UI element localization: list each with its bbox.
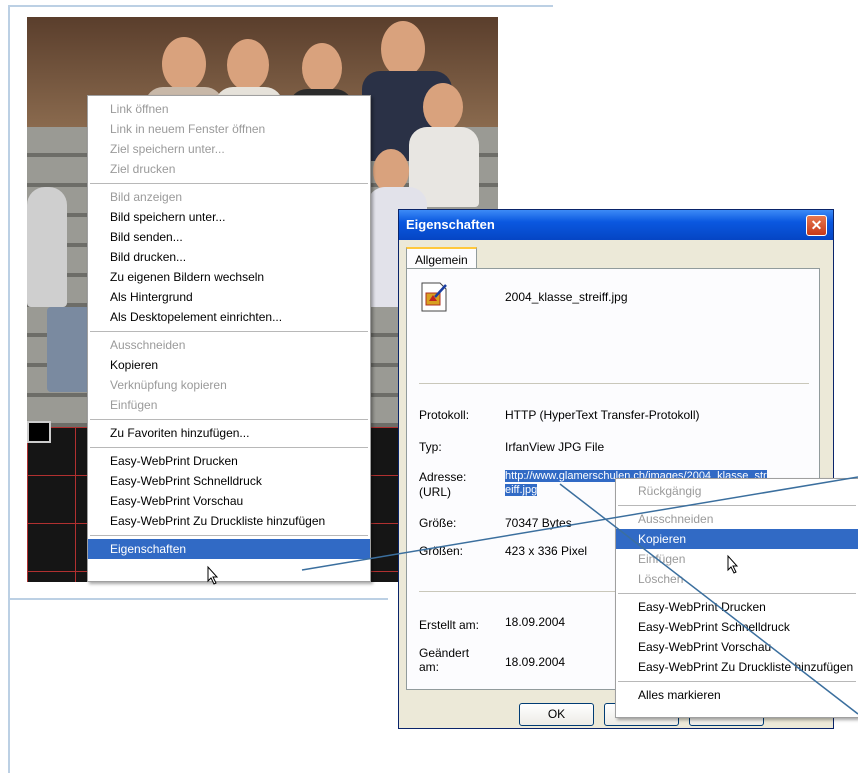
menu-item[interactable]: Easy-WebPrint Zu Druckliste hinzufügen: [616, 657, 858, 677]
menu-item[interactable]: Ausschneiden: [88, 335, 370, 355]
person-body: [27, 187, 67, 307]
menu-item[interactable]: Ziel drucken: [88, 159, 370, 179]
menu-item[interactable]: Als Hintergrund: [88, 287, 370, 307]
geaendert-value: 18.09.2004: [505, 655, 566, 669]
menu-item[interactable]: Alles markieren: [616, 685, 858, 705]
groesse-value: 70347 Bytes: [505, 516, 572, 530]
image-context-menu: Link öffnen Link in neuem Fenster öffnen Z…: [87, 95, 371, 582]
menu-item[interactable]: Easy-WebPrint Zu Druckliste hinzufügen: [88, 511, 370, 531]
menu-separator: [618, 505, 856, 506]
menu-separator: [90, 535, 368, 536]
person-head: [381, 21, 425, 77]
text-context-menu: Rückgängig Ausschneiden Kopieren Einfügen Lö…: [615, 478, 858, 718]
menu-separator: [90, 331, 368, 332]
menu-item[interactable]: Löschen: [616, 569, 858, 589]
geaendert-label: Geändert: [419, 646, 470, 660]
typ-value: IrfanView JPG File: [505, 440, 605, 454]
menu-item[interactable]: Ziel speichern unter...: [88, 139, 370, 159]
jpg-file-icon: [421, 282, 447, 312]
file-name: 2004_klasse_streiff.jpg: [505, 290, 628, 304]
menu-item[interactable]: Kopieren: [88, 355, 370, 375]
person-head: [423, 83, 463, 131]
frame-ledge-line: [8, 598, 388, 600]
menu-item[interactable]: Easy-WebPrint Vorschau: [88, 491, 370, 511]
menu-item[interactable]: Bild anzeigen: [88, 187, 370, 207]
person-head: [227, 39, 269, 91]
menu-item[interactable]: Ausschneiden: [616, 509, 858, 529]
menu-item[interactable]: Als Desktopelement einrichten...: [88, 307, 370, 327]
menu-item[interactable]: Kopieren: [616, 529, 858, 549]
menu-separator: [618, 593, 856, 594]
menu-item[interactable]: Link öffnen: [88, 99, 370, 119]
menu-item[interactable]: Link in neuem Fenster öffnen: [88, 119, 370, 139]
groesse-label: Größe:: [419, 516, 457, 530]
menu-item[interactable]: Bild speichern unter...: [88, 207, 370, 227]
menu-item[interactable]: Easy-WebPrint Drucken: [616, 597, 858, 617]
menu-item[interactable]: Easy-WebPrint Drucken: [88, 451, 370, 471]
menu-item[interactable]: Einfügen: [616, 549, 858, 569]
dialog-titlebar[interactable]: Eigenschaften ✕: [399, 210, 833, 240]
menu-item[interactable]: Eigenschaften: [88, 539, 370, 559]
menu-item[interactable]: Bild drucken...: [88, 247, 370, 267]
menu-item[interactable]: Easy-WebPrint Schnelldruck: [88, 471, 370, 491]
person-head: [162, 37, 206, 91]
ok-button[interactable]: OK: [519, 703, 594, 726]
dialog-title: Eigenschaften: [406, 217, 495, 232]
menu-item[interactable]: Bild senden...: [88, 227, 370, 247]
protokoll-label: Protokoll:: [419, 408, 470, 422]
menu-separator: [618, 681, 856, 682]
groessen-value: 423 x 336 Pixel: [505, 544, 588, 558]
menu-item[interactable]: Zu eigenen Bildern wechseln: [88, 267, 370, 287]
menu-item[interactable]: Zu Favoriten hinzufügen...: [88, 423, 370, 443]
erstellt-value: 18.09.2004: [505, 615, 566, 629]
dark-box: [27, 421, 51, 443]
close-button[interactable]: ✕: [806, 215, 827, 236]
adresse-label-url: (URL): [419, 485, 451, 499]
frame-top-line: [8, 5, 553, 7]
geaendert-label-am: am:: [419, 660, 440, 674]
close-icon: ✕: [810, 217, 823, 233]
typ-label: Typ:: [419, 440, 442, 454]
person-head: [302, 43, 342, 93]
menu-separator: [90, 419, 368, 420]
groessen-label: Größen:: [419, 544, 464, 558]
menu-item[interactable]: Easy-WebPrint Schnelldruck: [616, 617, 858, 637]
menu-item[interactable]: Easy-WebPrint Vorschau: [616, 637, 858, 657]
menu-item[interactable]: Verknüpfung kopieren: [88, 375, 370, 395]
menu-item[interactable]: Einfügen: [88, 395, 370, 415]
adresse-label: Adresse:: [419, 470, 467, 484]
protokoll-value: HTTP (HyperText Transfer-Protokoll): [505, 408, 700, 422]
menu-separator: [90, 183, 368, 184]
menu-separator: [90, 447, 368, 448]
menu-item[interactable]: Rückgängig: [616, 481, 858, 501]
frame-left-line: [8, 5, 10, 773]
erstellt-label: Erstellt am:: [419, 618, 480, 632]
divider: [419, 383, 809, 384]
